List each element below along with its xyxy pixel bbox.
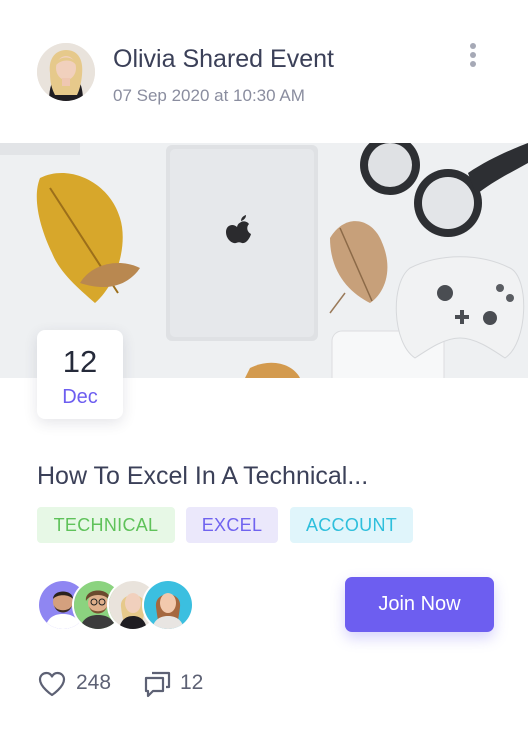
event-date-month: Dec bbox=[62, 386, 98, 408]
post-header: Olivia Shared Event 07 Sep 2020 at 10:30… bbox=[37, 43, 498, 105]
comments-count: 12 bbox=[180, 671, 204, 694]
attendee-avatars[interactable] bbox=[37, 579, 197, 631]
likes-count: 248 bbox=[76, 671, 112, 694]
author-avatar[interactable] bbox=[37, 43, 95, 101]
tag-excel[interactable]: EXCEL bbox=[186, 507, 278, 543]
event-date-day: 12 bbox=[62, 344, 98, 379]
post-timestamp: 07 Sep 2020 at 10:30 AM bbox=[113, 86, 305, 105]
event-date-badge: 12 Dec bbox=[37, 330, 123, 419]
comment-icon[interactable] bbox=[143, 670, 173, 698]
tag-technical[interactable]: TECHNICAL bbox=[37, 507, 175, 543]
attendee-avatar[interactable] bbox=[142, 579, 194, 631]
author-name[interactable]: Olivia Shared Event bbox=[113, 45, 334, 74]
more-vertical-icon[interactable] bbox=[466, 43, 480, 69]
tag-account[interactable]: ACCOUNT bbox=[290, 507, 413, 543]
heart-icon[interactable] bbox=[37, 670, 67, 698]
join-now-button[interactable]: Join Now bbox=[345, 577, 494, 632]
event-title[interactable]: How To Excel In A Technical... bbox=[37, 462, 368, 491]
